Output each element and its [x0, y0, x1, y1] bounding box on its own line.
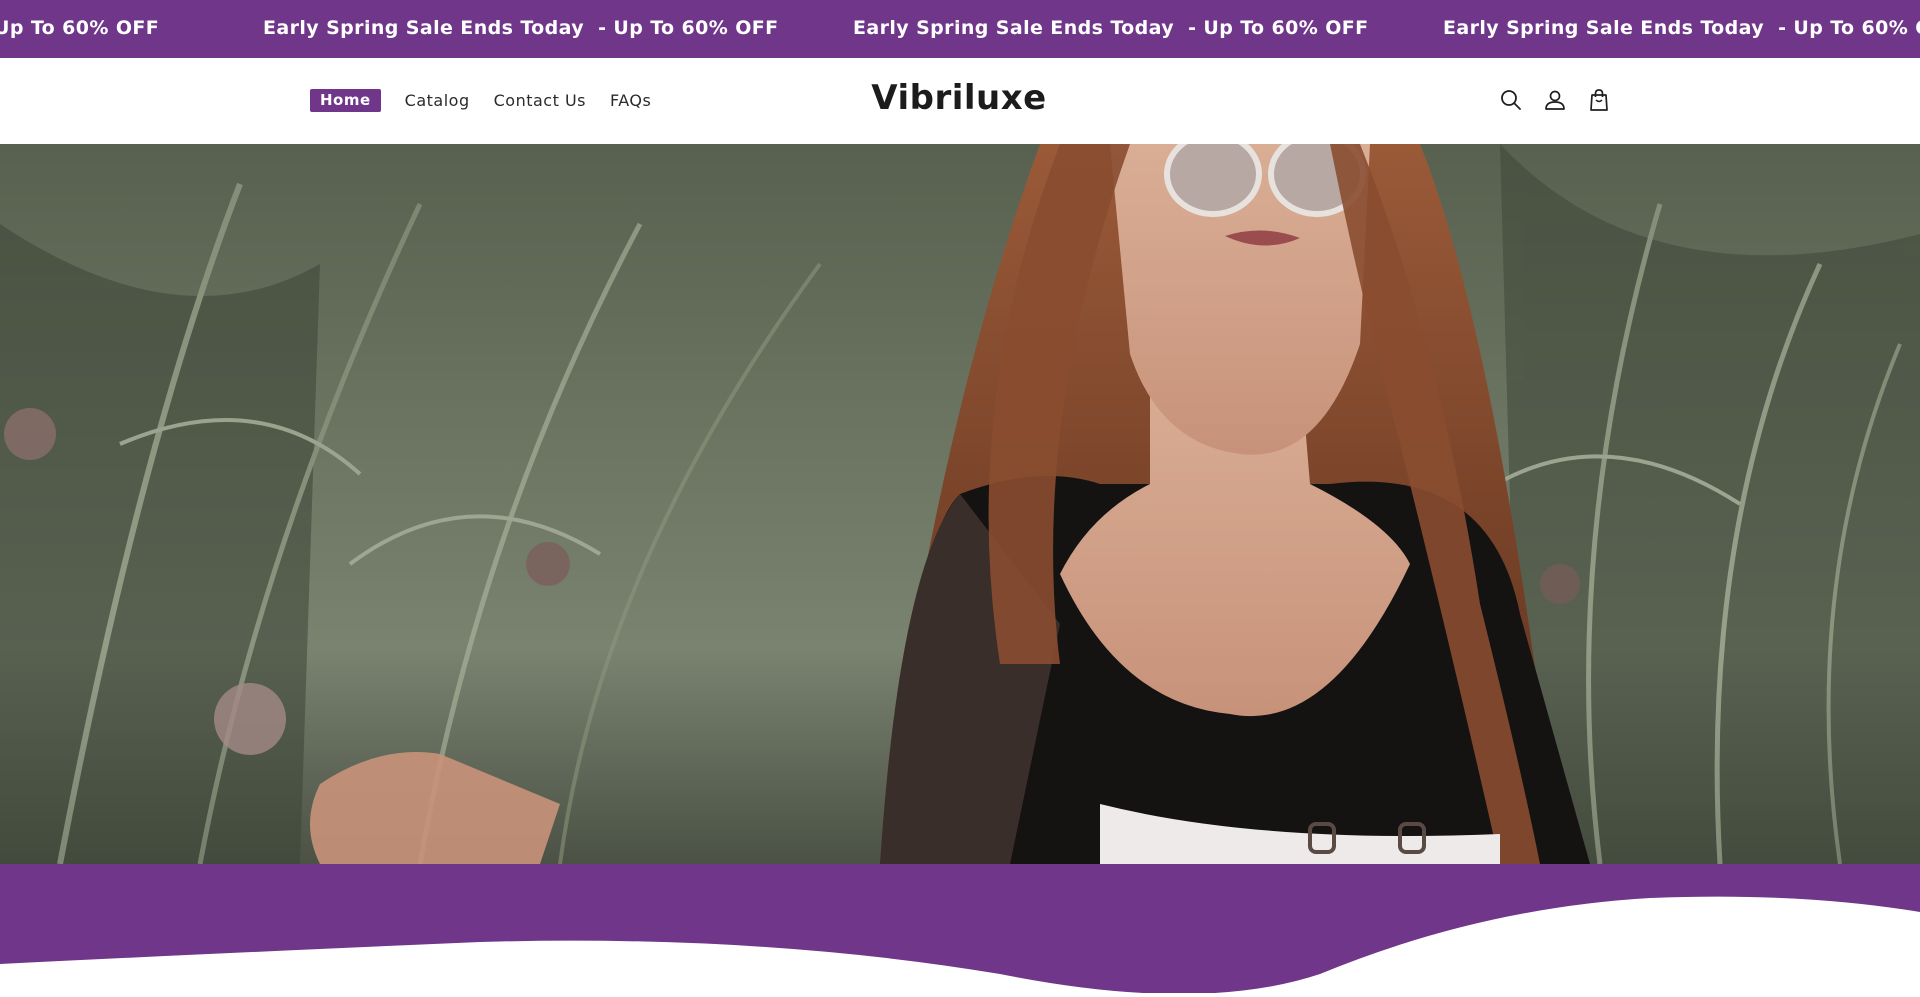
hand — [310, 752, 560, 864]
announcement-offer: - Up To 60% OFF — [1188, 17, 1369, 39]
announcement-item: Early Spring Sale Ends Today - Up To 60% … — [263, 17, 779, 39]
wave-shape — [0, 864, 1920, 994]
announcement-offer: Up To 60% OFF — [0, 17, 160, 39]
flower — [526, 542, 570, 586]
announcement-item: Early Spring Sale Ends Today - Up To 60% … — [1443, 17, 1920, 39]
sunglasses-lens — [1164, 144, 1262, 217]
announcement-offer: - Up To 60% OFF — [1778, 17, 1920, 39]
wave-divider — [0, 864, 1920, 994]
header-icons — [1498, 87, 1630, 113]
announcement-offer: - Up To 60% OFF — [598, 17, 779, 39]
hero-illustration — [0, 144, 1920, 864]
search-icon[interactable] — [1498, 87, 1524, 113]
site-logo-text[interactable]: Vibriluxe — [871, 78, 1046, 118]
hero-image — [0, 144, 1920, 864]
account-icon[interactable] — [1542, 87, 1568, 113]
announcement-title: Early Spring Sale Ends Today — [263, 17, 585, 39]
announcement-item: Up To 60% OFF — [0, 17, 159, 39]
cart-icon[interactable] — [1586, 87, 1612, 113]
announcement-title: Early Spring Sale Ends Today — [1443, 17, 1765, 39]
flower — [214, 683, 286, 755]
announcement-bar: Up To 60% OFF Early Spring Sale Ends Tod… — [0, 0, 1920, 58]
site-logo: Vibriluxe — [0, 78, 1920, 118]
flower — [4, 408, 56, 460]
announcement-item: Early Spring Sale Ends Today - Up To 60% … — [853, 17, 1369, 39]
flower — [1540, 564, 1580, 604]
announcement-title: Early Spring Sale Ends Today — [853, 17, 1175, 39]
site-header: Home Catalog Contact Us FAQs Vibriluxe — [0, 58, 1920, 144]
